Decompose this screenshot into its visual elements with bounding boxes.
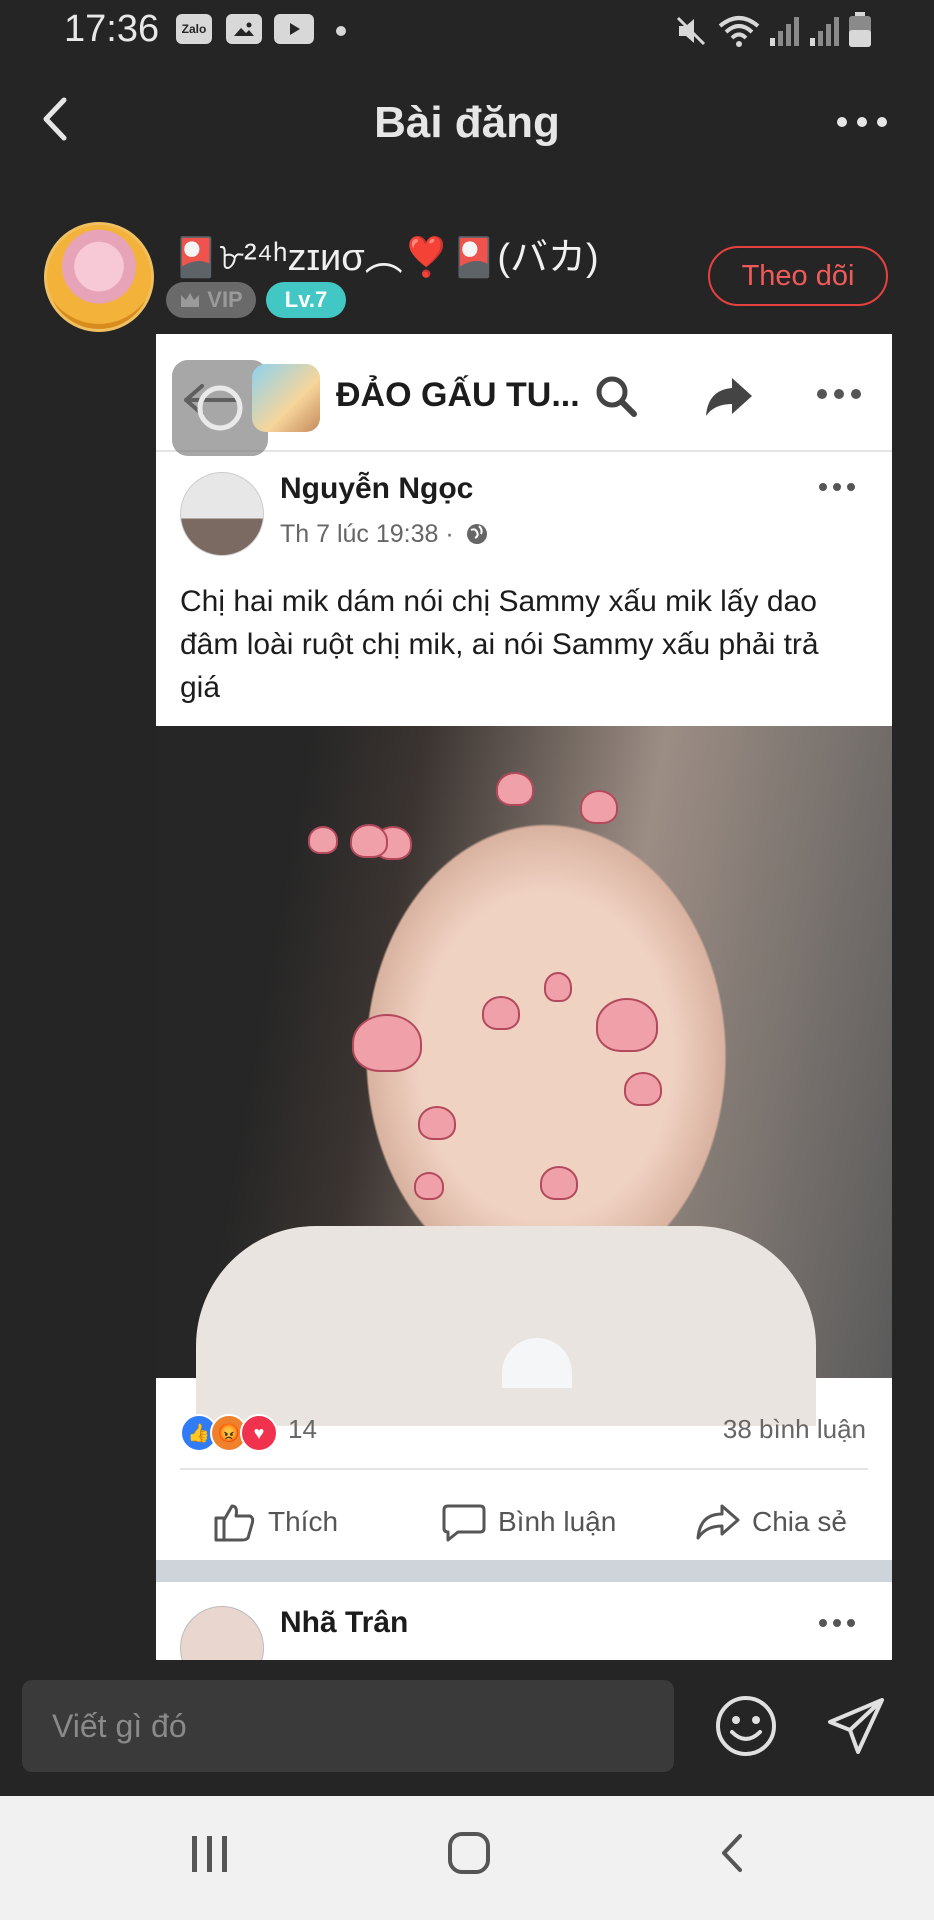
vip-badge: VIP	[166, 282, 256, 318]
octopus-sticker	[350, 824, 388, 858]
dot-icon	[336, 26, 346, 36]
poster-avatar	[180, 472, 264, 556]
globe-icon	[466, 524, 487, 544]
poster-name: Nguyễn Ngọc	[280, 472, 474, 505]
status-bar: 17:36 Zalo	[0, 0, 934, 62]
octopus-sticker	[596, 998, 658, 1052]
signal-icon	[770, 17, 799, 46]
vip-label: VIP	[207, 287, 243, 312]
zalo-icon-label: Zalo	[181, 22, 207, 36]
status-time: 17:36	[64, 8, 160, 50]
youtube-icon	[274, 14, 314, 44]
octopus-sticker	[418, 1106, 456, 1140]
next-poster-name: Nhã Trân	[280, 1606, 409, 1639]
post-text: Chị hai mik dám nói chị Sammy xấu mik lấ…	[180, 585, 819, 704]
comment-count: 38 bình luận	[722, 1414, 866, 1444]
fb-more-icon	[817, 389, 861, 399]
recent-apps-icon[interactable]	[188, 1832, 232, 1876]
octopus-sticker	[544, 972, 572, 1002]
comment-input[interactable]	[22, 1680, 674, 1772]
love-reaction-icon: ♥	[240, 1414, 278, 1452]
author-avatar[interactable]	[44, 222, 154, 332]
emoji-icon[interactable]	[714, 1694, 778, 1758]
fb-page-title: ĐẢO GẤU TU...	[336, 376, 580, 414]
fb-comment-label: Bình luận	[498, 1506, 617, 1537]
share-arrow-icon	[706, 378, 752, 416]
photo-shirt	[196, 1226, 816, 1426]
page-title: Bài đăng	[374, 98, 560, 147]
fb-like-label: Thích	[268, 1506, 339, 1537]
fb-share-label: Chia sẻ	[752, 1506, 847, 1537]
system-back-icon[interactable]	[716, 1830, 748, 1876]
post-meta: Th 7 lúc 19:38 ·	[280, 520, 489, 549]
more-options-icon[interactable]	[834, 112, 890, 132]
fb-page-avatar	[252, 364, 320, 432]
gallery-icon	[226, 14, 262, 44]
post-more-icon	[819, 483, 855, 491]
search-icon	[596, 376, 637, 417]
level-badge: Lv.7	[266, 282, 346, 318]
octopus-sticker	[624, 1072, 662, 1106]
home-icon[interactable]	[446, 1830, 492, 1876]
octopus-sticker	[496, 772, 534, 806]
next-poster-avatar	[180, 1606, 264, 1660]
system-nav-bar	[0, 1796, 934, 1920]
follow-button[interactable]: Theo dõi	[708, 246, 888, 306]
post-timestamp: Th 7 lúc 19:38 ·	[280, 520, 454, 548]
octopus-sticker	[308, 826, 338, 854]
octopus-sticker	[352, 1014, 422, 1072]
signal-icon	[810, 17, 839, 46]
octopus-sticker	[482, 996, 520, 1030]
fb-share-action: Chia sẻ	[696, 1492, 847, 1552]
octopus-sticker	[580, 790, 618, 824]
fb-post-separator	[156, 1560, 892, 1582]
octopus-sticker	[414, 1172, 444, 1200]
octopus-sticker	[540, 1166, 578, 1200]
crown-icon	[181, 293, 200, 307]
reaction-icons: 👍 😡 ♥	[180, 1414, 290, 1452]
reaction-count: 14	[288, 1414, 317, 1444]
next-post-more-icon	[819, 1619, 855, 1627]
fb-comment-action: Bình luận	[442, 1492, 616, 1552]
thumbs-up-icon	[214, 1504, 255, 1542]
post-photo	[156, 726, 892, 1426]
battery-icon	[849, 12, 871, 47]
post-image[interactable]: ĐẢO GẤU TU... Nguyễn Ngọc Th 7 lúc 19:38…	[156, 334, 892, 1660]
wifi-icon	[718, 16, 760, 47]
fb-like-action: Thích	[212, 1492, 338, 1552]
comment-bubble-icon	[442, 1504, 486, 1542]
send-icon[interactable]	[824, 1694, 888, 1758]
zalo-icon: Zalo	[176, 14, 212, 44]
mute-icon	[676, 16, 706, 46]
fb-divider	[180, 1468, 868, 1470]
share-icon	[696, 1504, 740, 1540]
